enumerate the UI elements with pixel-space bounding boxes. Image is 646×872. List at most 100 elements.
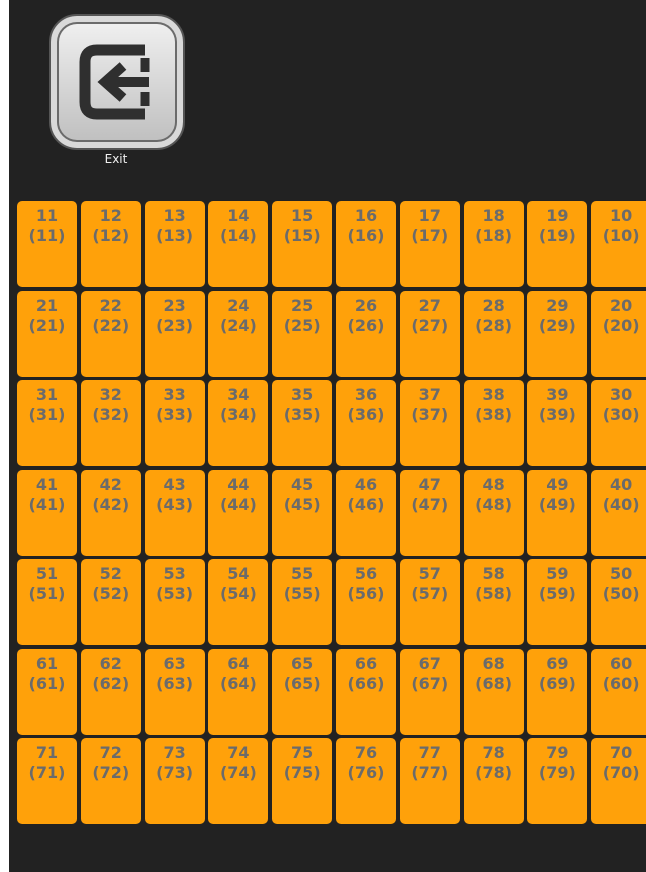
tile-number: 16	[354, 206, 378, 225]
tile-sub-number: (73)	[156, 763, 194, 782]
tile-button[interactable]: 65 (65)	[272, 648, 333, 735]
tile-sub-number: (65)	[283, 673, 321, 693]
tile-sub-number: (28)	[475, 315, 513, 335]
tile-sub-number: (37)	[411, 405, 449, 424]
tile-button[interactable]: 55 (55)	[272, 559, 333, 645]
tile-button[interactable]: 11 (11)	[17, 201, 77, 287]
tile-button[interactable]: 46 (46)	[335, 469, 396, 556]
tile-button[interactable]: 77 (77)	[399, 738, 460, 824]
tile-button[interactable]: 41 (41)	[17, 469, 77, 556]
tile-button[interactable]: 16 (16)	[335, 201, 396, 287]
tile-button[interactable]: 27 (27)	[399, 290, 460, 377]
tile-button[interactable]: 72 (72)	[80, 738, 141, 824]
tile-button[interactable]: 40 (40)	[591, 469, 646, 556]
tile-button[interactable]: 63 (63)	[144, 648, 205, 735]
tile-button[interactable]: 29 (29)	[527, 290, 588, 377]
tile-button[interactable]: 31 (31)	[17, 380, 77, 466]
tile-number: 30	[610, 385, 633, 404]
tile-button[interactable]: 53 (53)	[144, 559, 205, 645]
tile-sub-number: (77)	[411, 763, 449, 782]
tile-button[interactable]: 28 (28)	[463, 290, 524, 377]
tile-button[interactable]: 36 (36)	[335, 380, 396, 466]
tile-button[interactable]: 26 (26)	[335, 290, 396, 377]
tile-button[interactable]: 64 (64)	[208, 648, 269, 735]
tile-button[interactable]: 18 (18)	[463, 201, 524, 287]
tile-button[interactable]: 70 (70)	[591, 738, 646, 824]
tile-button[interactable]: 59 (59)	[527, 559, 588, 645]
tile-number: 60	[610, 653, 633, 673]
tile-button[interactable]: 50 (50)	[591, 559, 646, 645]
tile-button[interactable]: 48 (48)	[463, 469, 524, 556]
tile-sub-number: (67)	[411, 673, 449, 693]
tile-button[interactable]: 74 (74)	[208, 738, 269, 824]
tile-button[interactable]: 51 (51)	[17, 559, 77, 645]
tile-button[interactable]: 76 (76)	[335, 738, 396, 824]
tile-button[interactable]: 75 (75)	[272, 738, 333, 824]
tile-button[interactable]: 20 (20)	[591, 290, 646, 377]
tile-number: 61	[35, 653, 59, 673]
tile-sub-number: (26)	[347, 315, 385, 335]
tile-button[interactable]: 67 (67)	[399, 648, 460, 735]
tile-button[interactable]: 14 (14)	[208, 201, 269, 287]
app-screen: Exit 11 (11) 12 (12) 13 (13) 14 (14) 15 (15) 16 (16…	[9, 0, 646, 872]
tile-button[interactable]: 45 (45)	[272, 469, 333, 556]
tile-button[interactable]: 34 (34)	[208, 380, 269, 466]
tile-button[interactable]: 57 (57)	[399, 559, 460, 645]
tile-sub-number: (56)	[347, 584, 385, 603]
tile-button[interactable]: 66 (66)	[335, 648, 396, 735]
tile-number: 23	[163, 295, 186, 315]
tile-number: 19	[546, 206, 569, 225]
tile-button[interactable]: 25 (25)	[272, 290, 333, 377]
tile-button[interactable]: 35 (35)	[272, 380, 333, 466]
tile-button[interactable]: 23 (23)	[144, 290, 205, 377]
tile-button[interactable]: 56 (56)	[335, 559, 396, 645]
tile-sub-number: (61)	[28, 673, 66, 693]
tile-button[interactable]: 15 (15)	[272, 201, 333, 287]
tile-button[interactable]: 52 (52)	[80, 559, 141, 645]
tile-sub-number: (49)	[538, 494, 576, 514]
tile-sub-number: (41)	[28, 494, 66, 514]
tile-button[interactable]: 47 (47)	[399, 469, 460, 556]
tile-button[interactable]: 22 (22)	[80, 290, 141, 377]
tile-button[interactable]: 38 (38)	[463, 380, 524, 466]
tile-button[interactable]: 73 (73)	[144, 738, 205, 824]
tile-number: 41	[35, 474, 59, 494]
tile-button[interactable]: 21 (21)	[17, 290, 77, 377]
tile-button[interactable]: 79 (79)	[527, 738, 588, 824]
tile-sub-number: (32)	[92, 405, 130, 424]
tile-sub-number: (78)	[475, 763, 513, 782]
tile-button[interactable]: 37 (37)	[399, 380, 460, 466]
tile-button[interactable]: 19 (19)	[527, 201, 588, 287]
tile-button[interactable]: 61 (61)	[17, 648, 77, 735]
tile-button[interactable]: 24 (24)	[208, 290, 269, 377]
tile-number: 39	[546, 385, 569, 404]
tile-button[interactable]: 43 (43)	[144, 469, 205, 556]
tile-button[interactable]: 10 (10)	[591, 201, 646, 287]
tile-button[interactable]: 68 (68)	[463, 648, 524, 735]
tile-button[interactable]: 54 (54)	[208, 559, 269, 645]
tile-button[interactable]: 33 (33)	[144, 380, 205, 466]
tile-button[interactable]: 30 (30)	[591, 380, 646, 466]
tile-button[interactable]: 17 (17)	[399, 201, 460, 287]
tile-number: 47	[418, 474, 441, 494]
tile-sub-number: (72)	[92, 763, 130, 782]
tile-button[interactable]: 71 (71)	[17, 738, 77, 824]
exit-button[interactable]	[49, 14, 185, 150]
tile-number: 70	[610, 743, 633, 762]
tile-button[interactable]: 62 (62)	[80, 648, 141, 735]
tile-sub-number: (54)	[219, 584, 257, 603]
tile-sub-number: (16)	[347, 226, 385, 245]
tile-button[interactable]: 32 (32)	[80, 380, 141, 466]
tile-button[interactable]: 42 (42)	[80, 469, 141, 556]
tile-button[interactable]: 49 (49)	[527, 469, 588, 556]
tile-button[interactable]: 39 (39)	[527, 380, 588, 466]
tile-button[interactable]: 78 (78)	[463, 738, 524, 824]
tile-sub-number: (43)	[156, 494, 194, 514]
tile-button[interactable]: 58 (58)	[463, 559, 524, 645]
tile-number: 40	[610, 474, 633, 494]
tile-button[interactable]: 12 (12)	[80, 201, 141, 287]
tile-button[interactable]: 13 (13)	[144, 201, 205, 287]
tile-button[interactable]: 60 (60)	[591, 648, 646, 735]
tile-button[interactable]: 69 (69)	[527, 648, 588, 735]
tile-button[interactable]: 44 (44)	[208, 469, 269, 556]
